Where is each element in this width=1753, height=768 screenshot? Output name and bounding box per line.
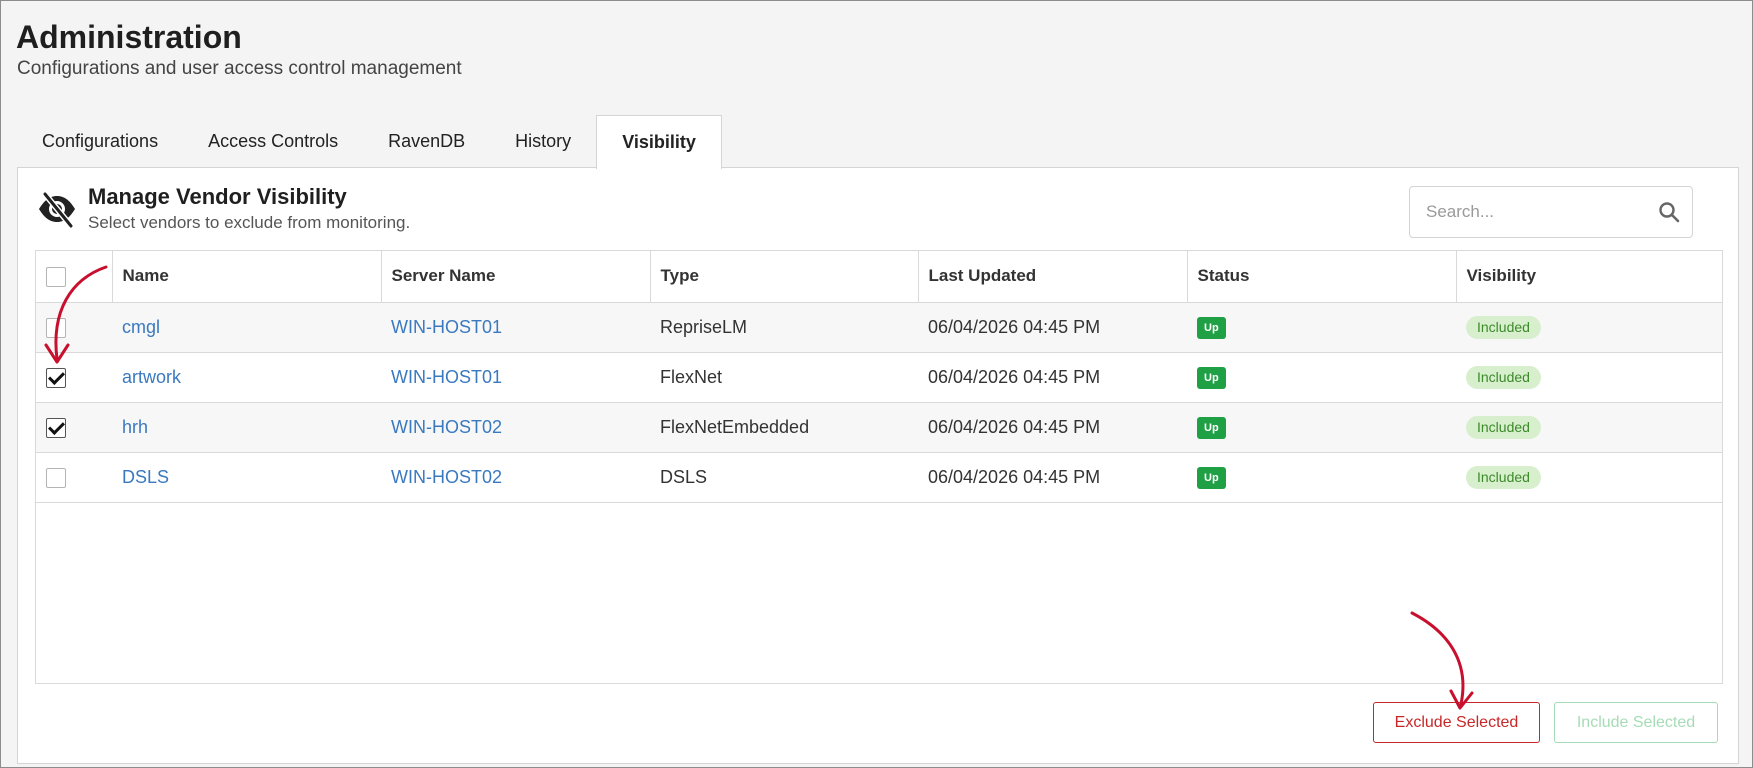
row-select-cell [36,302,112,353]
status-cell: Up [1187,402,1456,453]
row-select-cell [36,452,112,503]
visibility-badge: Included [1466,465,1541,489]
tab-visibility[interactable]: Visibility [596,115,722,169]
vendor-type: FlexNetEmbedded [650,402,918,453]
row-checkbox[interactable] [46,467,66,488]
last-updated: 06/04/2026 04:45 PM [918,452,1187,503]
search-input[interactable] [1410,187,1650,237]
visibility-cell: Included [1456,302,1722,353]
exclude-selected-button[interactable]: Exclude Selected [1373,702,1540,743]
row-checkbox[interactable] [46,367,66,388]
vendor-type: FlexNet [650,352,918,403]
column-header-type[interactable]: Type [650,251,919,303]
include-selected-button[interactable]: Include Selected [1554,702,1718,743]
column-header-status[interactable]: Status [1187,251,1457,303]
column-header-name[interactable]: Name [112,251,382,303]
table-row: DSLS WIN-HOST02 DSLS 06/04/2026 04:45 PM… [36,452,1722,503]
status-badge: Up [1197,367,1226,389]
server-name-link[interactable]: WIN-HOST01 [381,352,650,403]
vendor-type: DSLS [650,452,918,503]
server-name-link[interactable]: WIN-HOST02 [381,402,650,453]
panel-subtitle: Select vendors to exclude from monitorin… [88,213,411,232]
search-icon[interactable] [1658,201,1680,223]
last-updated: 06/04/2026 04:45 PM [918,402,1187,453]
select-all-checkbox[interactable] [46,266,66,287]
page-title: Administration [16,19,242,55]
column-header-server-name[interactable]: Server Name [381,251,651,303]
column-header-last-updated[interactable]: Last Updated [918,251,1188,303]
status-cell: Up [1187,302,1456,353]
panel-title: Manage Vendor Visibility [88,184,347,209]
vendor-table: Name Server Name Type Last Updated Statu… [35,250,1723,684]
status-badge: Up [1197,467,1226,489]
visibility-badge: Included [1466,415,1541,439]
tab-history[interactable]: History [490,115,596,168]
table-row: cmgl WIN-HOST01 RepriseLM 06/04/2026 04:… [36,302,1722,353]
server-name-link[interactable]: WIN-HOST01 [381,302,650,353]
tab-configurations[interactable]: Configurations [17,115,183,168]
tab-bar: Configurations Access Controls RavenDB H… [17,115,722,169]
visibility-cell: Included [1456,452,1722,503]
visibility-cell: Included [1456,352,1722,403]
page-subtitle: Configurations and user access control m… [17,58,462,79]
select-all-cell [36,251,113,303]
vendor-name-link[interactable]: hrh [112,402,381,453]
status-cell: Up [1187,452,1456,503]
vendor-type: RepriseLM [650,302,918,353]
visibility-cell: Included [1456,402,1722,453]
vendor-name-link[interactable]: artwork [112,352,381,403]
last-updated: 06/04/2026 04:45 PM [918,302,1187,353]
status-badge: Up [1197,317,1226,339]
eye-slash-icon [39,191,75,229]
row-select-cell [36,402,112,453]
row-checkbox[interactable] [46,317,66,338]
table-header-row: Name Server Name Type Last Updated Statu… [36,251,1722,303]
status-cell: Up [1187,352,1456,403]
visibility-badge: Included [1466,315,1541,339]
visibility-panel: Manage Vendor Visibility Select vendors … [17,167,1739,764]
column-header-visibility[interactable]: Visibility [1456,251,1722,303]
status-badge: Up [1197,417,1226,439]
server-name-link[interactable]: WIN-HOST02 [381,452,650,503]
tab-ravendb[interactable]: RavenDB [363,115,490,168]
table-row: hrh WIN-HOST02 FlexNetEmbedded 06/04/202… [36,402,1722,453]
app-window: Administration Configurations and user a… [0,0,1753,768]
row-checkbox[interactable] [46,417,66,438]
last-updated: 06/04/2026 04:45 PM [918,352,1187,403]
vendor-name-link[interactable]: cmgl [112,302,381,353]
row-select-cell [36,352,112,403]
search-box [1409,186,1693,238]
table-row: artwork WIN-HOST01 FlexNet 06/04/2026 04… [36,352,1722,403]
tab-access-controls[interactable]: Access Controls [183,115,363,168]
visibility-badge: Included [1466,365,1541,389]
vendor-name-link[interactable]: DSLS [112,452,381,503]
